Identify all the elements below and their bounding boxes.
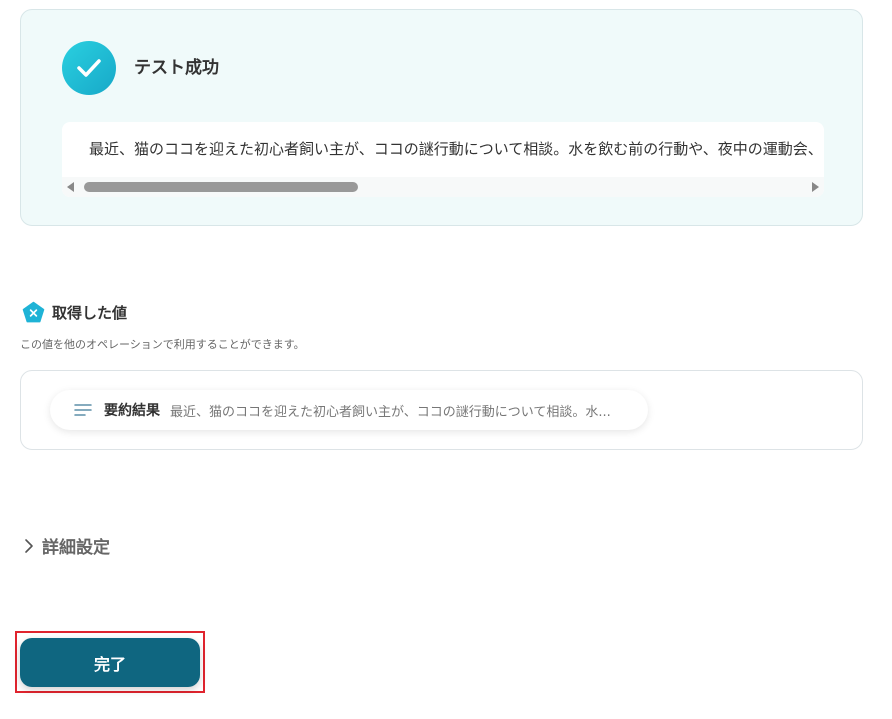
value-chip-summary[interactable]: 要約結果 最近、猫のココを迎えた初心者飼い主が、ココの謎行動について相談。水..…	[50, 390, 648, 430]
output-preview: 最近、猫のココを迎えた初心者飼い主が、ココの謎行動について相談。水を飲む前の行動…	[62, 122, 824, 197]
value-chip-value: 最近、猫のココを迎えた初心者飼い主が、ココの謎行動について相談。水...	[170, 404, 611, 420]
value-chip-label: 要約結果	[104, 403, 160, 419]
advanced-settings-toggle[interactable]: 詳細設定	[22, 533, 110, 558]
page: テスト成功 最近、猫のココを迎えた初心者飼い主が、ココの謎行動について相談。水を…	[0, 0, 892, 719]
test-result-card: テスト成功 最近、猫のココを迎えた初心者飼い主が、ココの謎行動について相談。水を…	[20, 9, 863, 226]
scroll-right-icon[interactable]	[812, 182, 819, 192]
retrieved-values-title: 取得した値	[52, 304, 128, 322]
retrieved-values-heading: 取得した値	[22, 301, 127, 324]
chevron-right-icon	[25, 538, 33, 553]
output-text: 最近、猫のココを迎えた初心者飼い主が、ココの謎行動について相談。水を飲む前の行動…	[89, 140, 823, 158]
scroll-left-icon[interactable]	[67, 182, 74, 192]
done-button[interactable]: 完了	[20, 638, 200, 687]
scrollbar-thumb[interactable]	[84, 182, 358, 192]
check-icon	[62, 41, 116, 95]
horizontal-scrollbar[interactable]	[62, 177, 824, 197]
variable-pentagon-icon	[22, 301, 45, 323]
retrieved-values-box: 要約結果 最近、猫のココを迎えた初心者飼い主が、ココの謎行動について相談。水..…	[20, 370, 863, 450]
retrieved-values-description: この値を他のオペレーションで利用することができます。	[20, 338, 305, 351]
test-result-title: テスト成功	[134, 58, 219, 78]
advanced-settings-label: 詳細設定	[42, 538, 110, 558]
text-lines-icon	[74, 404, 92, 416]
